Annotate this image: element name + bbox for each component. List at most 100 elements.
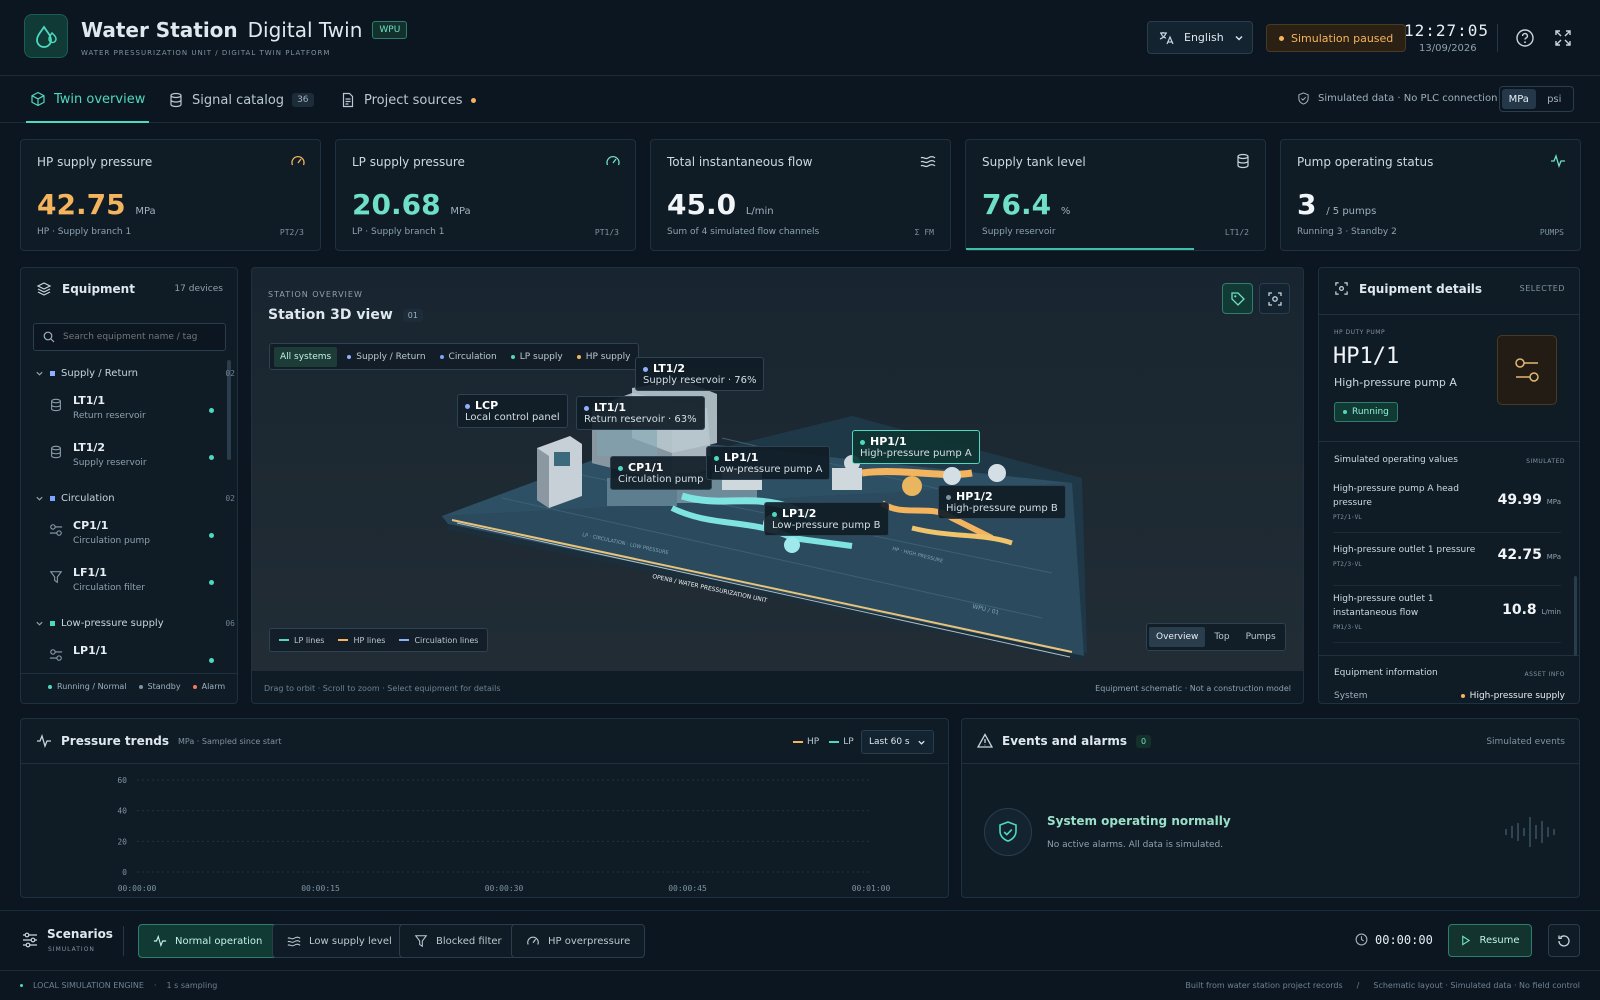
y-tick-label: 0 xyxy=(122,868,127,877)
x-tick-label: 00:00:30 xyxy=(485,884,524,893)
clock-icon xyxy=(1355,933,1368,946)
gauge-icon xyxy=(605,153,621,169)
events-title: Events and alarms xyxy=(1002,734,1128,748)
unit-toggle: MPa psi xyxy=(1499,86,1574,112)
chevron-down-icon xyxy=(1234,33,1244,43)
tab-project-sources[interactable]: Project sources xyxy=(340,77,476,123)
details-divider xyxy=(1319,655,1579,656)
equipment-search[interactable] xyxy=(33,323,226,351)
kpi-title: HP supply pressure xyxy=(37,155,153,169)
label-lcp[interactable]: LCP Local control panel xyxy=(457,394,568,428)
view-mode-toggle: Overview Top Pumps xyxy=(1146,623,1286,651)
trend-range-select[interactable]: Last 60 s xyxy=(861,730,934,754)
tab-label: Signal catalog xyxy=(192,92,285,108)
view-pumps-button[interactable]: Pumps xyxy=(1239,627,1283,647)
asset-info-key: System xyxy=(1334,691,1368,701)
details-tag: HP1/1 xyxy=(1333,344,1400,369)
equipment-details-panel: Equipment details SELECTED HP DUTY PUMP … xyxy=(1318,267,1580,704)
cube-icon xyxy=(30,91,46,107)
pressure-trend-chart: 60 40 20 0 00:00:00 00:00:15 00:00:30 00:00:45 0… xyxy=(117,776,890,893)
x-tick-label: 00:00:00 xyxy=(118,884,157,893)
unit-psi-button[interactable]: psi xyxy=(1538,89,1572,109)
kpi-card[interactable]: HP supply pressure 42.75 MPa HP · Supply… xyxy=(20,139,321,251)
label-lp1-2[interactable]: LP1/2 Low-pressure pump B xyxy=(764,502,889,536)
water-drop-icon xyxy=(36,25,57,48)
unit-mpa-button[interactable]: MPa xyxy=(1502,89,1536,109)
language-select[interactable]: English xyxy=(1147,21,1253,54)
details-kicker: HP DUTY PUMP xyxy=(1334,329,1386,336)
scenario-label: HP overpressure xyxy=(548,935,631,947)
events-ok-title: System operating normally xyxy=(1047,814,1231,828)
footer-right: Built from water station project records… xyxy=(1185,981,1580,990)
equipment-list-item[interactable]: LT1/2 Supply reservoir xyxy=(21,437,214,481)
fullscreen-icon[interactable] xyxy=(1552,27,1574,49)
equipment-list-item[interactable]: CP1/1 Circulation pump xyxy=(21,515,214,559)
pump-icon xyxy=(49,648,63,662)
main-tabs: Twin overview Signal catalog 36 Project … xyxy=(0,77,1600,123)
tab-signal-catalog[interactable]: Signal catalog 36 xyxy=(168,77,314,123)
equipment-group[interactable]: Circulation 02 xyxy=(35,493,235,504)
scenario-label: Low supply level xyxy=(309,935,392,947)
kpi-card[interactable]: Supply tank level 76.4 % Supply reservoi… xyxy=(965,139,1266,251)
pump-type-icon xyxy=(1497,335,1557,405)
equipment-list-item[interactable]: LF1/1 Circulation filter xyxy=(21,562,214,606)
tab-label: Project sources xyxy=(364,92,463,108)
kpi-subtitle: Supply reservoir xyxy=(982,227,1056,237)
label-hp1-1[interactable]: HP1/1 High-pressure pump A xyxy=(852,430,980,464)
status-dot xyxy=(1279,35,1284,41)
label-hp1-2[interactable]: HP1/2 High-pressure pump B xyxy=(938,485,1066,519)
help-icon[interactable] xyxy=(1514,27,1536,49)
kpi-card[interactable]: Total instantaneous flow 45.0 L/min Sum … xyxy=(650,139,951,251)
lcp-cabinet xyxy=(537,436,582,508)
sliders-icon xyxy=(20,930,40,950)
trends-header: Pressure trends MPa · Sampled since star… xyxy=(36,733,281,749)
resume-button[interactable]: Resume xyxy=(1448,924,1532,957)
equipment-group[interactable]: Supply / Return 02 xyxy=(35,368,235,379)
kpi-title: Total instantaneous flow xyxy=(667,155,813,169)
details-selected-tag: SELECTED xyxy=(1519,284,1565,293)
asset-info-tag: ASSET INFO xyxy=(1524,671,1565,678)
label-lt1-1[interactable]: LT1/1 Return reservoir · 63% xyxy=(576,396,705,430)
scenario-normal-button[interactable]: Normal operation xyxy=(138,924,278,958)
details-scrollbar[interactable] xyxy=(1574,576,1577,656)
details-header: Equipment details xyxy=(1334,281,1482,296)
scenario-hp-overpressure-button[interactable]: HP overpressure xyxy=(511,924,646,958)
legend-hp: HP xyxy=(793,737,819,747)
label-cp1-1[interactable]: CP1/1 Circulation pump xyxy=(610,456,712,490)
equipment-list-item[interactable]: LP1/1 xyxy=(21,640,214,684)
view-overview-button[interactable]: Overview xyxy=(1149,627,1206,647)
view-top-button[interactable]: Top xyxy=(1207,627,1236,647)
pulse-icon xyxy=(1550,153,1566,169)
label-lp1-1[interactable]: LP1/1 Low-pressure pump A xyxy=(706,446,831,480)
tab-twin-overview[interactable]: Twin overview xyxy=(26,77,150,123)
reset-button[interactable] xyxy=(1548,924,1580,957)
label-lt1-2[interactable]: LT1/2 Supply reservoir · 76% xyxy=(635,357,765,391)
details-status-badge: Running xyxy=(1334,402,1398,422)
y-tick-label: 40 xyxy=(117,807,127,816)
equipment-search-input[interactable] xyxy=(63,332,213,342)
waveform-icon xyxy=(1505,817,1555,847)
filter-icon xyxy=(414,934,428,948)
equipment-group[interactable]: Low-pressure supply 06 xyxy=(35,618,235,629)
footer-engine: LOCAL SIMULATION ENGINE xyxy=(33,981,144,990)
app-title-light: Digital Twin xyxy=(247,18,363,42)
station-viewer[interactable]: STATION OVERVIEW Station 3D view 01 All … xyxy=(251,267,1304,704)
equipment-header: Equipment xyxy=(36,281,135,297)
scenario-timer: 00:00:00 xyxy=(1375,933,1433,947)
legend-hp-lines: HP lines xyxy=(338,636,385,645)
clock-time: 12:27:05 xyxy=(1404,21,1490,40)
trends-subtitle: MPa · Sampled since start xyxy=(177,736,282,746)
language-label: English xyxy=(1184,31,1224,44)
scenario-blocked-filter-button[interactable]: Blocked filter xyxy=(399,924,517,958)
gauge-icon xyxy=(526,934,540,948)
kpi-subtitle: Running 3 · Standby 2 xyxy=(1297,227,1397,237)
kpi-card[interactable]: LP supply pressure 20.68 MPa LP · Supply… xyxy=(335,139,636,251)
scenario-label: Normal operation xyxy=(175,935,263,947)
waves-icon xyxy=(287,934,301,948)
sim-value-row: High-pressure outlet 1 pressure PT2/3·VL… xyxy=(1333,537,1561,586)
sim-value-row: High-pressure pump A head pressure PT2/1… xyxy=(1333,476,1561,533)
equipment-list-item[interactable]: LT1/1 Return reservoir xyxy=(21,390,214,434)
kpi-card[interactable]: Pump operating status 3 / 5 pumps Runnin… xyxy=(1280,139,1581,251)
scenario-low-level-button[interactable]: Low supply level xyxy=(272,924,407,958)
data-notice-label: Simulated data · No PLC connection xyxy=(1318,93,1498,104)
